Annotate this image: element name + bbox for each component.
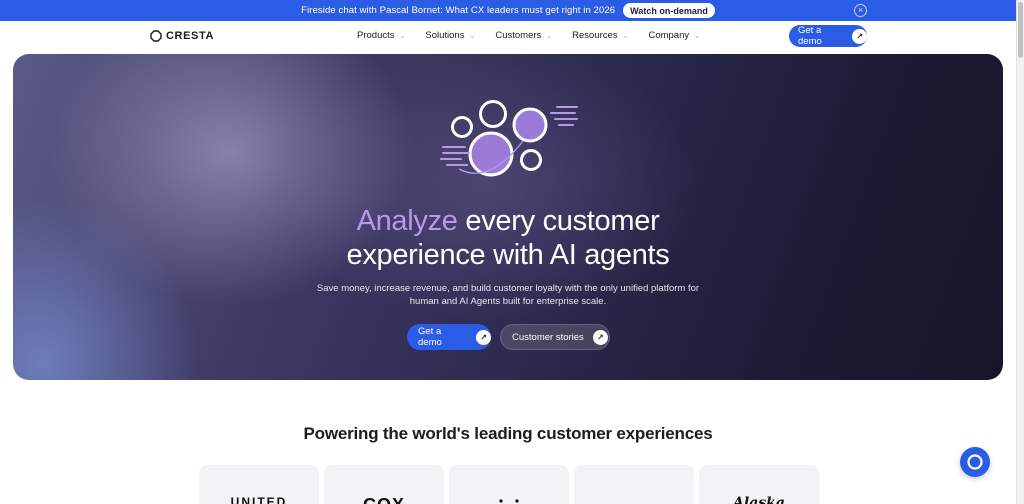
chevron-down-icon: ⌄ (622, 32, 629, 40)
chevron-down-icon: ⌄ (469, 32, 476, 40)
get-a-demo-button[interactable]: Get a demo ↗ (789, 25, 867, 47)
nav-item-label: Customers (495, 30, 542, 41)
customer-logo-mark (499, 499, 519, 503)
nav-item-label: Resources (572, 30, 618, 41)
hero-title: Analyze every customer experience with A… (13, 204, 1003, 272)
customers-heading: Powering the world's leading customer ex… (303, 424, 713, 443)
banner-text: Fireside chat with Pascal Bornet: What C… (301, 5, 616, 16)
arrow-up-right-icon: ↗ (852, 28, 867, 44)
alaska-logo: Alaska (733, 495, 785, 504)
top-nav: CRESTA Products ⌄ Solutions ⌄ Customers … (0, 21, 1016, 53)
scrollbar-thumb[interactable] (1018, 2, 1023, 58)
arrow-up-right-icon: ↗ (592, 329, 608, 345)
hero-subtitle: Save money, increase revenue, and build … (316, 283, 700, 307)
chat-widget-button[interactable] (960, 447, 990, 477)
customer-logos: UNITED COX Alaska (199, 465, 819, 504)
hero-bubbles-graphic (440, 100, 578, 177)
nav-menu: Products ⌄ Solutions ⌄ Customers ⌄ Resou… (357, 30, 700, 41)
customer-stories-button[interactable]: Customer stories ↗ (500, 324, 610, 350)
customer-logo-card[interactable]: COX (324, 465, 444, 504)
hero-title-line2: experience with AI agents (346, 239, 670, 271)
get-a-demo-label: Get a demo (798, 25, 822, 47)
nav-item-resources[interactable]: Resources ⌄ (572, 30, 628, 41)
cox-logo: COX (324, 495, 444, 504)
customer-logo-card[interactable] (574, 465, 694, 504)
hero-section: Analyze every customer experience with A… (13, 54, 1003, 380)
nav-item-label: Company (648, 30, 690, 41)
nav-item-customers[interactable]: Customers ⌄ (495, 30, 552, 41)
chevron-down-icon: ⌄ (399, 32, 406, 40)
chat-icon (967, 454, 983, 470)
customer-logo-card[interactable]: UNITED (199, 465, 319, 504)
nav-item-company[interactable]: Company ⌄ (648, 30, 700, 41)
page-scrollbar[interactable] (1016, 0, 1024, 504)
watch-on-demand-button[interactable]: Watch on-demand (623, 3, 715, 18)
customer-logo-card[interactable]: Alaska (699, 465, 819, 504)
nav-item-solutions[interactable]: Solutions ⌄ (425, 30, 475, 41)
hero-get-a-demo-label: Get a demo (418, 326, 442, 348)
customer-stories-label: Customer stories (512, 331, 584, 343)
cresta-logo[interactable]: CRESTA (150, 30, 214, 42)
united-logo: UNITED (230, 495, 288, 504)
hero-get-a-demo-button[interactable]: Get a demo ↗ (407, 324, 491, 350)
close-icon[interactable]: × (854, 4, 867, 17)
arrow-up-right-icon: ↗ (476, 329, 491, 345)
customer-logo-card[interactable] (449, 465, 569, 504)
cresta-logo-icon (150, 30, 162, 42)
logo-text: CRESTA (166, 30, 215, 42)
chevron-down-icon: ⌄ (546, 32, 553, 40)
hero-buttons: Get a demo ↗ Customer stories ↗ (407, 324, 610, 350)
chevron-down-icon: ⌄ (694, 32, 700, 40)
announcement-banner: Fireside chat with Pascal Bornet: What C… (0, 0, 1016, 21)
nav-item-products[interactable]: Products ⌄ (357, 30, 405, 41)
nav-item-label: Solutions (425, 30, 465, 41)
nav-item-label: Products (357, 30, 395, 41)
hero-title-rest: every customer (457, 205, 660, 237)
hero-title-accent: Analyze (356, 205, 458, 237)
